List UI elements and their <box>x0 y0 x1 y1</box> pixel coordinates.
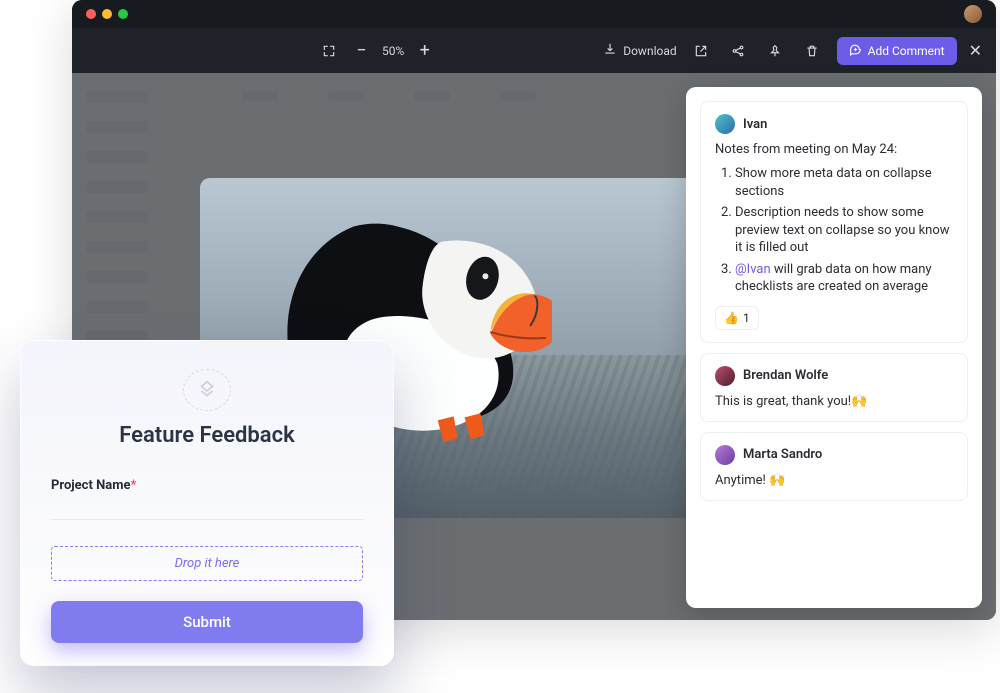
submit-label: Submit <box>183 613 231 631</box>
add-comment-button[interactable]: Add Comment <box>837 37 957 65</box>
window-zoom-dot[interactable] <box>118 9 128 19</box>
feedback-form: Feature Feedback Project Name* Drop it h… <box>20 340 394 666</box>
trash-icon[interactable] <box>800 38 825 63</box>
share-icon[interactable] <box>726 38 751 63</box>
comments-panel: Ivan Notes from meeting on May 24: Show … <box>686 87 982 608</box>
open-external-icon[interactable] <box>689 38 714 63</box>
window-titlebar <box>72 0 996 28</box>
reaction-emoji: 👍 <box>724 311 739 325</box>
add-comment-label: Add Comment <box>868 44 945 58</box>
form-logo-icon <box>183 369 231 411</box>
pin-icon[interactable] <box>763 38 788 63</box>
project-name-input[interactable] <box>51 493 363 520</box>
comment-card[interactable]: Marta Sandro Anytime! 🙌 <box>700 432 968 501</box>
note-item: Show more meta data on collapse sections <box>735 165 953 200</box>
avatar-icon <box>715 445 735 465</box>
zoom-in-button[interactable]: + <box>412 38 437 63</box>
reaction-count: 1 <box>743 311 750 325</box>
comment-card[interactable]: Ivan Notes from meeting on May 24: Show … <box>700 101 968 343</box>
form-title: Feature Feedback <box>51 423 363 448</box>
download-label: Download <box>623 44 676 58</box>
note-item: Description needs to show some preview t… <box>735 204 953 257</box>
comment-card[interactable]: Brendan Wolfe This is great, thank you!🙌 <box>700 353 968 422</box>
download-button[interactable]: Download <box>603 42 676 59</box>
user-mention[interactable]: @Ivan <box>735 262 771 277</box>
comment-notes-list: Show more meta data on collapse sections… <box>715 165 953 296</box>
avatar-icon <box>715 114 735 134</box>
avatar-icon <box>715 366 735 386</box>
file-dropzone[interactable]: Drop it here <box>51 546 363 581</box>
viewer-toolbar: − 50% + Download <box>72 28 996 73</box>
window-minimize-dot[interactable] <box>102 9 112 19</box>
zoom-level-label: 50% <box>382 44 404 58</box>
comment-author: Marta Sandro <box>743 447 822 462</box>
add-comment-plus-icon <box>849 43 862 59</box>
zoom-controls: − 50% + <box>316 38 437 63</box>
comment-body: Anytime! 🙌 <box>715 473 953 488</box>
required-marker: * <box>131 478 137 493</box>
comment-notes-heading: Notes from meeting on May 24: <box>715 142 953 157</box>
submit-button[interactable]: Submit <box>51 601 363 643</box>
user-avatar-icon[interactable] <box>964 5 982 23</box>
close-viewer-button[interactable]: ✕ <box>969 41 982 60</box>
zoom-out-button[interactable]: − <box>349 38 374 63</box>
comment-body: This is great, thank you!🙌 <box>715 394 953 409</box>
download-icon <box>603 42 617 59</box>
fullscreen-icon[interactable] <box>316 38 341 63</box>
note-item: @Ivan will grab data on how many checkli… <box>735 261 953 296</box>
dropzone-label: Drop it here <box>175 556 240 571</box>
comment-author: Brendan Wolfe <box>743 368 828 383</box>
window-close-dot[interactable] <box>86 9 96 19</box>
field-row: Project Name* <box>51 474 363 493</box>
comment-author: Ivan <box>743 117 767 132</box>
reaction-chip[interactable]: 👍 1 <box>715 306 759 330</box>
field-label: Project Name <box>51 478 131 493</box>
